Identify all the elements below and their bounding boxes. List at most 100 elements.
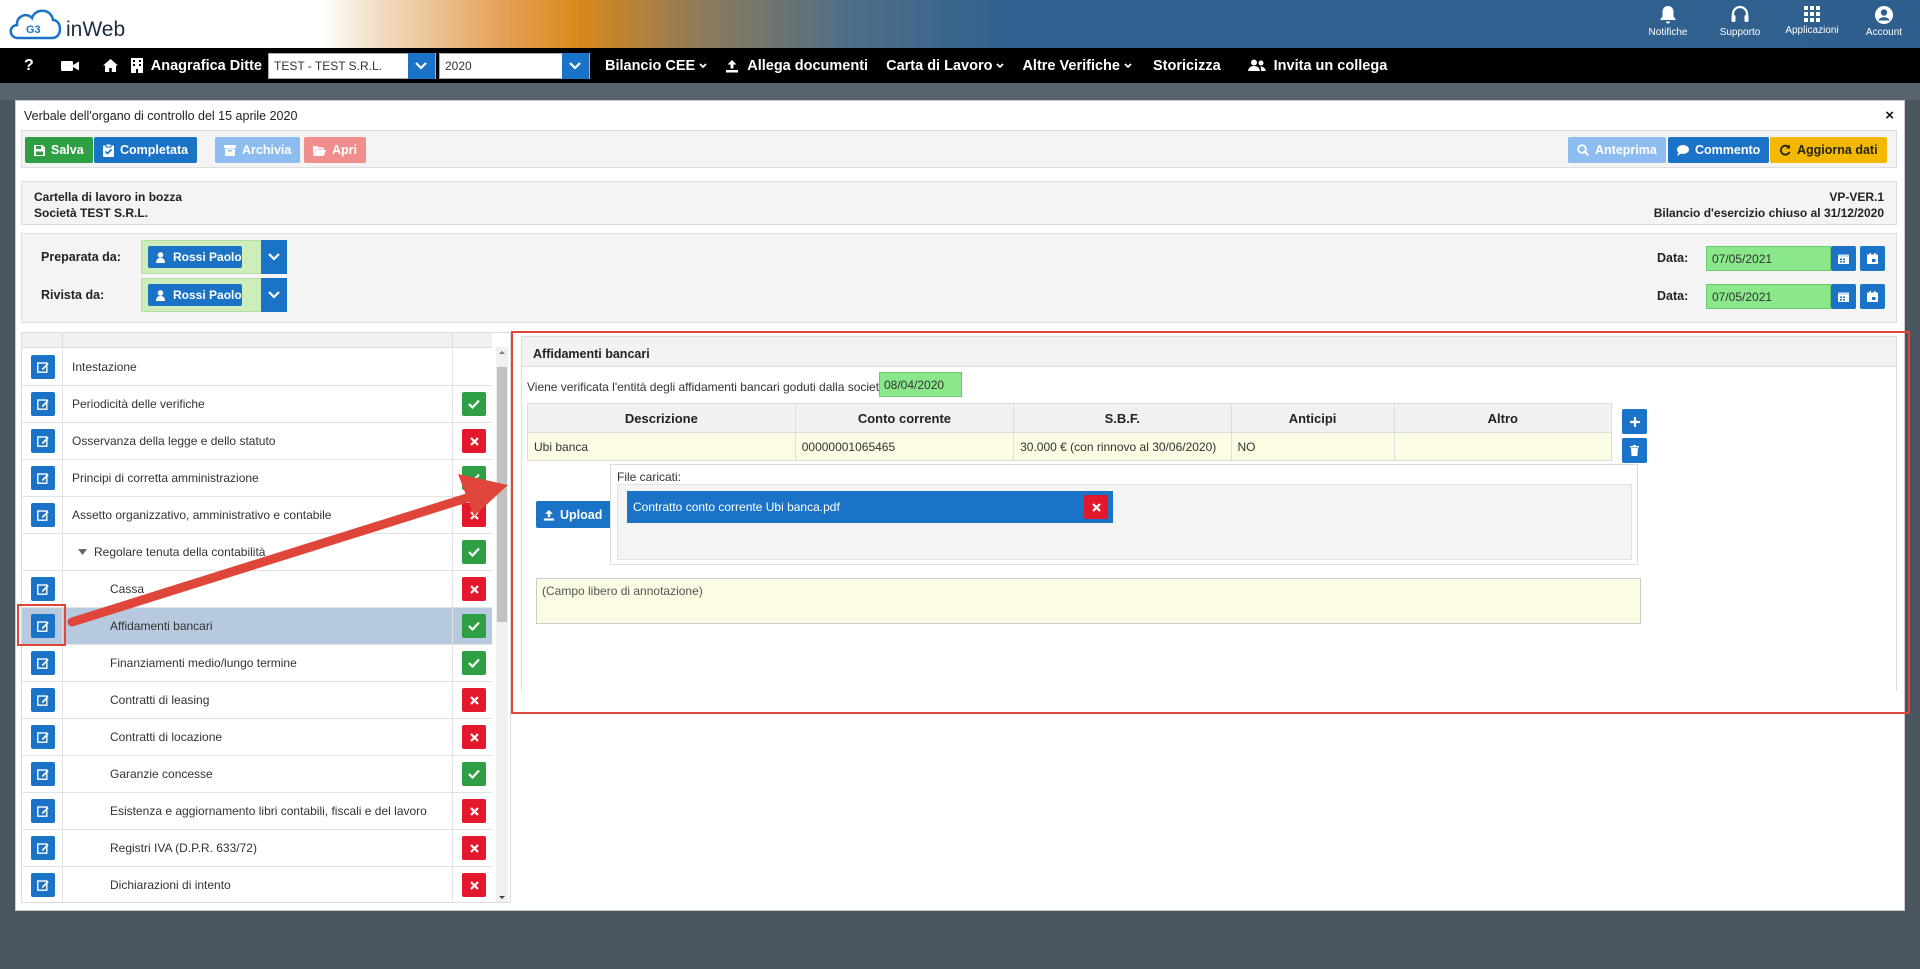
apri-label: Apri xyxy=(332,143,357,157)
salva-button[interactable]: Salva xyxy=(25,137,93,163)
notifications-button[interactable]: Notifiche xyxy=(1632,0,1704,48)
tree-row[interactable]: Finanziamenti medio/lungo termine xyxy=(22,645,492,682)
cross-icon xyxy=(462,725,486,749)
user-icon xyxy=(156,251,165,263)
edit-icon[interactable] xyxy=(31,873,55,897)
reviewed-label: Rivista da: xyxy=(41,288,105,302)
edit-icon[interactable] xyxy=(31,577,55,601)
help-button[interactable]: ? xyxy=(0,48,52,83)
edit-icon[interactable] xyxy=(31,836,55,860)
section-tree: Intestazione Periodicità delle verifiche O… xyxy=(21,332,511,903)
home-button[interactable] xyxy=(93,48,131,83)
prepared-by-select[interactable]: Rossi Paolo xyxy=(141,240,287,274)
edit-icon[interactable] xyxy=(31,688,55,712)
support-button[interactable]: Supporto xyxy=(1704,0,1776,48)
tree-scrollbar[interactable] xyxy=(496,347,508,903)
prepared-date-input[interactable]: 07/05/2021 xyxy=(1706,246,1831,271)
tree-row[interactable]: Contratti di leasing xyxy=(22,682,492,719)
tree-row[interactable]: Esistenza e aggiornamento libri contabil… xyxy=(22,793,492,830)
tree-row-label: Periodicità delle verifiche xyxy=(72,397,205,411)
storicizza-menu[interactable]: Storicizza xyxy=(1141,48,1239,83)
tree-row[interactable]: Affidamenti bancari xyxy=(22,608,492,645)
chevron-down-icon xyxy=(561,52,589,79)
scroll-down-icon[interactable] xyxy=(496,893,508,903)
close-icon[interactable]: × xyxy=(1885,107,1894,124)
cloud-logo-icon: G3 xyxy=(9,9,62,40)
video-button[interactable] xyxy=(52,48,93,83)
top-bar: G3 inWeb Notifiche Supporto Applicazioni… xyxy=(0,0,1920,48)
calendar-icon[interactable] xyxy=(1831,246,1856,271)
calendar-today-icon[interactable] xyxy=(1860,284,1885,309)
comment-icon xyxy=(1677,144,1689,156)
tree-row-label: Garanzie concesse xyxy=(110,767,213,781)
chevron-down-icon[interactable] xyxy=(261,278,287,312)
calendar-today-icon[interactable] xyxy=(1860,246,1885,271)
tree-row[interactable]: Cassa xyxy=(22,571,492,608)
refresh-icon xyxy=(1780,144,1791,156)
anteprima-label: Anteprima xyxy=(1595,143,1657,157)
logo[interactable]: G3 inWeb xyxy=(6,4,125,42)
applications-button[interactable]: Applicazioni xyxy=(1776,0,1848,48)
account-label: Account xyxy=(1865,27,1903,38)
company-select[interactable]: TEST - TEST S.R.L. xyxy=(267,52,436,79)
tree-row[interactable]: Registri IVA (D.P.R. 633/72) xyxy=(22,830,492,867)
edit-icon[interactable] xyxy=(31,762,55,786)
tree-row-label: Dichiarazioni di intento xyxy=(110,878,231,892)
edit-icon[interactable] xyxy=(31,429,55,453)
cross-icon xyxy=(462,429,486,453)
tree-row[interactable]: Garanzie concesse xyxy=(22,756,492,793)
edit-icon[interactable] xyxy=(31,799,55,823)
allega-documenti-menu[interactable]: Allega documenti xyxy=(716,48,877,83)
apri-button[interactable]: Apri xyxy=(304,137,366,163)
anteprima-button[interactable]: Anteprima xyxy=(1568,137,1666,163)
anagrafica-ditte-menu[interactable]: Anagrafica Ditte xyxy=(130,48,268,83)
completata-button[interactable]: Completata xyxy=(94,137,198,163)
tree-row[interactable]: Contratti di locazione xyxy=(22,719,492,756)
storicizza-label: Storicizza xyxy=(1152,57,1221,74)
reviewed-by-name: Rossi Paolo xyxy=(173,288,242,302)
commento-button[interactable]: Commento xyxy=(1668,137,1770,163)
year-select[interactable]: 2020 xyxy=(438,52,590,79)
aggiorna-dati-button[interactable]: Aggiorna dati xyxy=(1770,137,1887,163)
document-code: VP-VER.1 xyxy=(1829,190,1884,204)
workbook-info: Cartella di lavoro in bozza Società TEST… xyxy=(21,181,1897,225)
reviewed-date-input[interactable]: 07/05/2021 xyxy=(1706,284,1831,309)
scrollbar-thumb[interactable] xyxy=(497,367,507,622)
edit-icon[interactable] xyxy=(31,355,55,379)
tree-row-label: Assetto organizzativo, amministrativo e … xyxy=(72,508,332,522)
prepared-label: Preparata da: xyxy=(41,250,121,264)
edit-icon[interactable] xyxy=(31,651,55,675)
edit-icon[interactable] xyxy=(31,392,55,416)
edit-icon[interactable] xyxy=(31,466,55,490)
caret-down-icon[interactable] xyxy=(78,549,87,556)
headset-icon xyxy=(1731,5,1749,22)
prepared-date-label: Data: xyxy=(1657,251,1689,265)
account-button[interactable]: Account xyxy=(1848,0,1920,48)
tree-row-label: Principi di corretta amministrazione xyxy=(72,471,259,485)
tree-row[interactable]: Periodicità delle verifiche xyxy=(22,386,492,423)
bell-icon xyxy=(1660,6,1676,24)
calendar-icon[interactable] xyxy=(1831,284,1856,309)
chevron-down-icon[interactable] xyxy=(261,240,287,274)
reviewed-by-select[interactable]: Rossi Paolo xyxy=(141,278,287,312)
tree-row[interactable]: Assetto organizzativo, amministrativo e … xyxy=(22,497,492,534)
search-icon xyxy=(1577,144,1589,156)
check-icon xyxy=(462,392,486,416)
tree-row[interactable]: Intestazione xyxy=(22,349,492,386)
tree-row[interactable]: Dichiarazioni di intento xyxy=(22,867,492,902)
altre-verifiche-menu[interactable]: Altre Verifiche xyxy=(1013,48,1141,83)
edit-icon[interactable] xyxy=(31,725,55,749)
carta-di-lavoro-menu[interactable]: Carta di Lavoro xyxy=(877,48,1013,83)
invita-collega-menu[interactable]: Invita un collega xyxy=(1239,48,1397,83)
tree-row[interactable]: Principi di corretta amministrazione xyxy=(22,460,492,497)
tree-row-label: Osservanza della legge e dello statuto xyxy=(72,434,276,448)
tree-row-label: Contratti di locazione xyxy=(110,730,223,744)
archivia-button[interactable]: Archivia xyxy=(215,137,301,163)
tree-row[interactable]: Regolare tenuta della contabilità xyxy=(22,534,492,571)
tree-row[interactable]: Osservanza della legge e dello statuto xyxy=(22,423,492,460)
workbook-status: Cartella di lavoro in bozza xyxy=(34,190,183,204)
bilancio-cee-menu[interactable]: Bilancio CEE xyxy=(596,48,716,83)
edit-icon[interactable] xyxy=(31,503,55,527)
reviewed-date-label: Data: xyxy=(1657,289,1689,303)
scroll-up-icon[interactable] xyxy=(496,347,508,357)
